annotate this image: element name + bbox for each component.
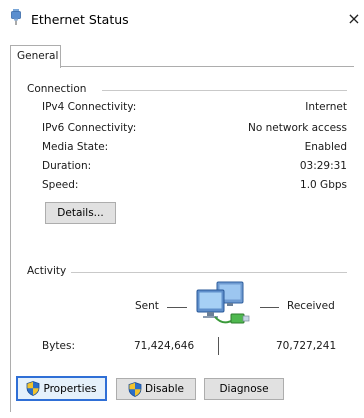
ethernet-icon — [10, 9, 22, 25]
details-button-label: Details... — [57, 207, 104, 219]
shield-icon — [128, 381, 142, 397]
general-panel — [10, 66, 354, 412]
activity-divider — [71, 272, 347, 273]
media-state-label: Media State: — [42, 141, 109, 153]
title-bar: Ethernet Status × — [0, 0, 364, 34]
close-button[interactable]: × — [344, 8, 364, 30]
properties-button[interactable]: Properties — [16, 376, 107, 401]
media-state-value: Enabled — [304, 141, 347, 153]
network-computers-icon — [193, 280, 255, 332]
sent-label: Sent — [135, 300, 159, 312]
speed-label: Speed: — [42, 179, 79, 191]
properties-button-label: Properties — [43, 382, 97, 395]
ipv4-label: IPv4 Connectivity: — [42, 101, 137, 113]
bytes-label: Bytes: — [42, 340, 76, 352]
sent-line — [167, 307, 187, 308]
bytes-received-value: 70,727,241 — [276, 340, 337, 352]
duration-label: Duration: — [42, 160, 92, 172]
connection-heading: Connection — [27, 83, 87, 95]
bytes-sent-value: 71,424,646 — [134, 340, 195, 352]
speed-value: 1.0 Gbps — [300, 179, 347, 191]
tab-general[interactable]: General — [10, 45, 61, 68]
tab-general-label: General — [17, 50, 59, 62]
ipv4-value: Internet — [305, 101, 347, 113]
disable-button-label: Disable — [145, 383, 184, 395]
details-button[interactable]: Details... — [45, 202, 116, 224]
activity-heading: Activity — [27, 265, 67, 277]
ipv6-value: No network access — [248, 122, 347, 134]
duration-value: 03:29:31 — [299, 160, 347, 172]
shield-icon — [26, 381, 40, 396]
bytes-divider — [218, 337, 219, 355]
connection-divider — [102, 90, 347, 91]
window-title: Ethernet Status — [31, 12, 129, 27]
diagnose-button-label: Diagnose — [219, 383, 269, 395]
received-line — [260, 307, 279, 308]
diagnose-button[interactable]: Diagnose — [204, 378, 284, 400]
ipv6-label: IPv6 Connectivity: — [42, 122, 137, 134]
disable-button[interactable]: Disable — [116, 378, 196, 400]
received-label: Received — [287, 300, 335, 312]
